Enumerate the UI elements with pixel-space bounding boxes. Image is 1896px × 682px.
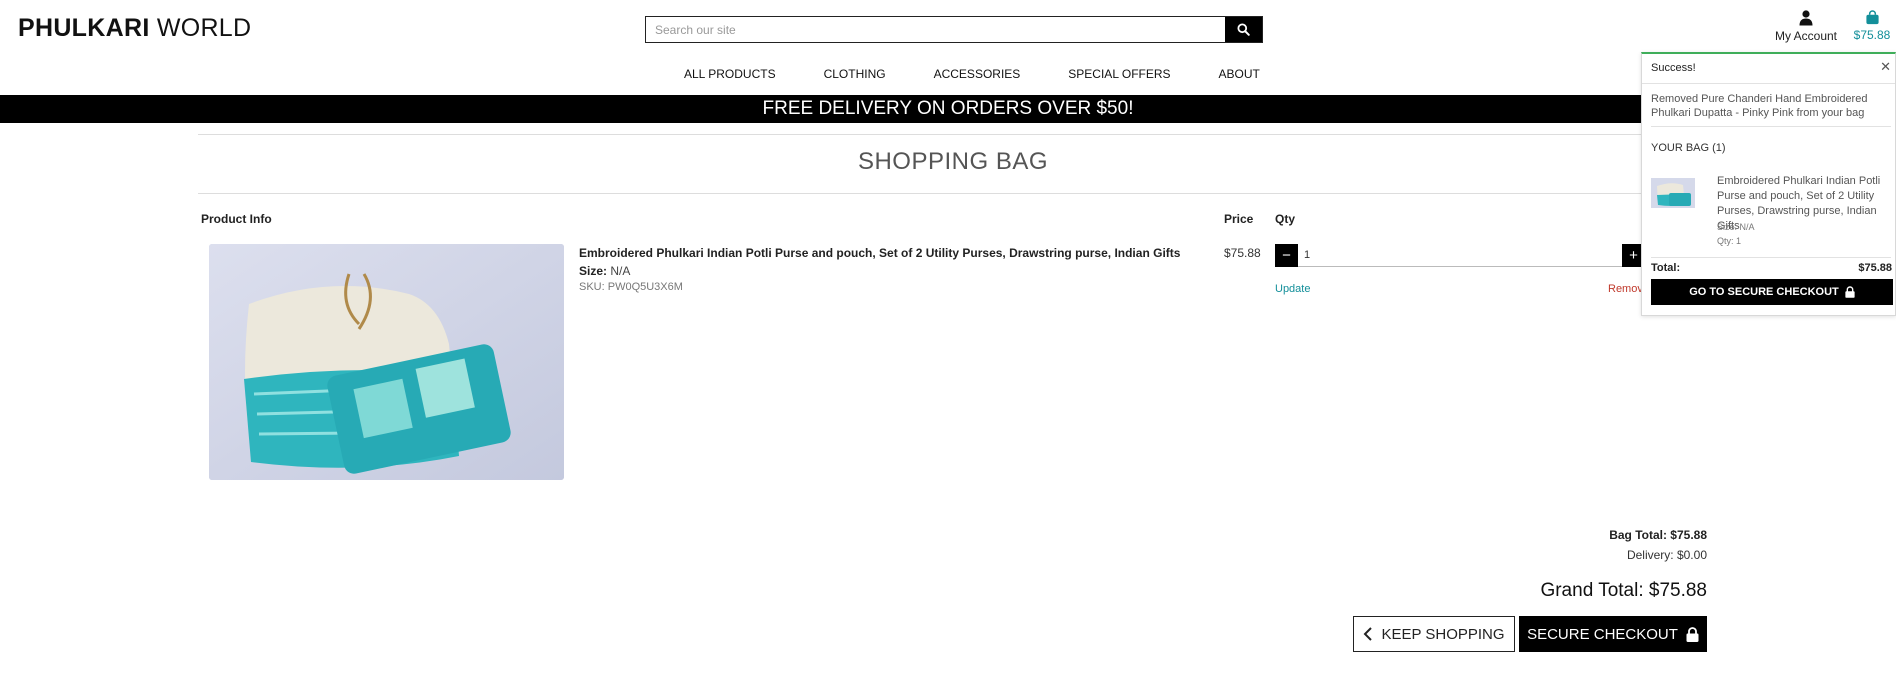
column-header-price: Price [1224,212,1254,226]
toast-item-size: Size: N/A [1717,222,1755,232]
product-sku: SKU: PW0Q5U3X6M [579,281,683,293]
nav-clothing[interactable]: CLOTHING [824,67,886,81]
product-price: $75.88 [1224,246,1261,260]
toast-message: Removed Pure Chanderi Hand Embroidered P… [1651,93,1868,119]
success-toast: Success! ✕ Removed Pure Chanderi Hand Em… [1641,52,1896,316]
lock-icon [1845,286,1855,298]
plus-icon: + [1629,247,1638,264]
chevron-left-icon [1364,627,1373,641]
toast-item-qty: Qty: 1 [1717,236,1742,246]
decrement-button[interactable]: − [1275,244,1298,267]
minus-icon: − [1282,247,1291,264]
user-icon [1799,10,1813,26]
nav-accessories[interactable]: ACCESSORIES [934,67,1021,81]
grand-total: Grand Total: $75.88 [1540,580,1707,601]
thumbnail-illustration [1651,178,1695,208]
toast-heading: Success! [1651,62,1696,74]
divider [1651,257,1891,258]
column-header-product-info: Product Info [201,212,272,226]
nav-special-offers[interactable]: SPECIAL OFFERS [1068,67,1170,81]
secure-checkout-label: SECURE CHECKOUT [1527,625,1678,643]
size-label: Size: [579,264,608,278]
toast-total-value: $75.88 [1858,262,1892,274]
free-delivery-banner: FREE DELIVERY ON ORDERS OVER $50! [0,95,1896,123]
bag-total: Bag Total: $75.88 [1609,528,1707,542]
bag-link[interactable]: $75.88 [1848,10,1896,42]
divider [198,134,1708,135]
divider [1642,83,1895,84]
product-size: Size: N/A [579,264,630,278]
my-account-label: My Account [1774,29,1838,43]
toast-item-thumbnail [1651,178,1695,208]
logo-bold: PHULKARI [18,14,150,42]
bag-total-label: $75.88 [1853,28,1891,42]
search-icon [1237,23,1250,36]
quantity-input[interactable] [1298,244,1622,267]
size-value: N/A [610,264,631,278]
product-name[interactable]: Embroidered Phulkari Indian Potli Purse … [579,246,1180,260]
product-image[interactable] [209,244,564,480]
search-input[interactable] [646,17,1225,42]
site-logo[interactable]: PHULKARI WORLD [18,14,251,43]
nav-all-products[interactable]: ALL PRODUCTS [684,67,776,81]
keep-shopping-button[interactable]: KEEP SHOPPING [1353,616,1515,652]
lock-icon [1686,626,1699,642]
page: PHULKARI WORLD My Account $75.88 ALL PRO… [0,0,1896,682]
go-to-checkout-label: GO TO SECURE CHECKOUT [1689,286,1839,298]
divider [198,193,1708,194]
page-title: SHOPPING BAG [857,148,1049,175]
your-bag-heading: YOUR BAG (1) [1651,142,1726,154]
shopping-bag-icon [1865,10,1879,25]
toast-total-label: Total: [1651,262,1681,274]
logo-light: WORLD [156,14,252,42]
secure-checkout-button[interactable]: SECURE CHECKOUT [1519,616,1707,652]
close-icon[interactable]: ✕ [1880,59,1891,75]
delivery-cost: Delivery: $0.00 [1626,548,1707,562]
update-link[interactable]: Update [1275,283,1310,295]
column-header-qty: Qty [1275,212,1296,226]
product-image-illustration [209,244,564,480]
search-bar [645,16,1263,43]
divider [1651,126,1891,127]
main-nav: ALL PRODUCTS CLOTHING ACCESSORIES SPECIA… [660,67,1284,81]
go-to-checkout-button[interactable]: GO TO SECURE CHECKOUT [1651,279,1893,305]
nav-about[interactable]: ABOUT [1219,67,1260,81]
my-account-link[interactable]: My Account [1755,10,1857,43]
quantity-stepper: − + [1275,244,1645,267]
keep-shopping-label: KEEP SHOPPING [1381,625,1505,643]
search-button[interactable] [1225,17,1262,42]
